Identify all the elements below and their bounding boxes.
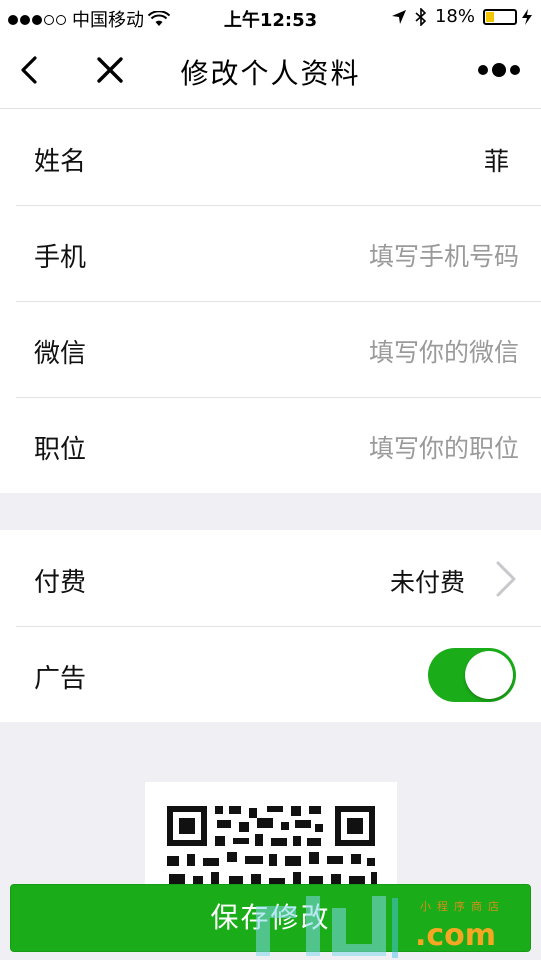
profile-form: 姓名 菲 手机 微信 职位: [0, 109, 541, 493]
name-value[interactable]: 菲: [484, 142, 509, 178]
watermark-text: .com: [415, 918, 497, 953]
payment-status: 未付费: [389, 568, 465, 597]
wechat-row: 微信: [0, 301, 541, 397]
battery-percentage: 18%: [434, 6, 475, 27]
battery-level: [486, 11, 495, 22]
payment-row[interactable]: 付费 未付费: [0, 530, 541, 626]
status-bar: 中国移动 上午12:53 18%: [0, 0, 541, 34]
name-label: 姓名: [34, 147, 87, 177]
position-input[interactable]: [300, 427, 521, 469]
ad-row: 广告: [0, 626, 541, 722]
wechat-input[interactable]: [300, 331, 521, 373]
name-row: 姓名 菲: [0, 109, 541, 205]
page-title: 修改个人资料: [180, 57, 361, 90]
bluetooth-icon: [415, 7, 427, 26]
position-label: 职位: [34, 435, 87, 465]
phone-row: 手机: [0, 205, 541, 301]
watermark-small-text: 小程序商店: [420, 900, 505, 913]
phone-input[interactable]: [300, 235, 521, 277]
battery-icon: [483, 8, 517, 25]
chevron-right-icon: [496, 561, 516, 597]
more-options-icon[interactable]: [477, 62, 521, 78]
settings-group: 付费 未付费 广告: [0, 530, 541, 722]
status-right: 18%: [391, 6, 533, 27]
wechat-label: 微信: [34, 339, 87, 369]
location-arrow-icon: [391, 9, 406, 24]
toggle-knob: [465, 651, 513, 699]
charging-bolt-icon: [522, 8, 532, 25]
ad-label: 广告: [34, 664, 87, 694]
phone-label: 手机: [34, 243, 87, 273]
payment-label: 付费: [34, 568, 87, 598]
position-row: 职位: [0, 397, 541, 493]
navigation-bar: 修改个人资料: [0, 34, 541, 109]
ad-toggle[interactable]: [428, 648, 516, 702]
